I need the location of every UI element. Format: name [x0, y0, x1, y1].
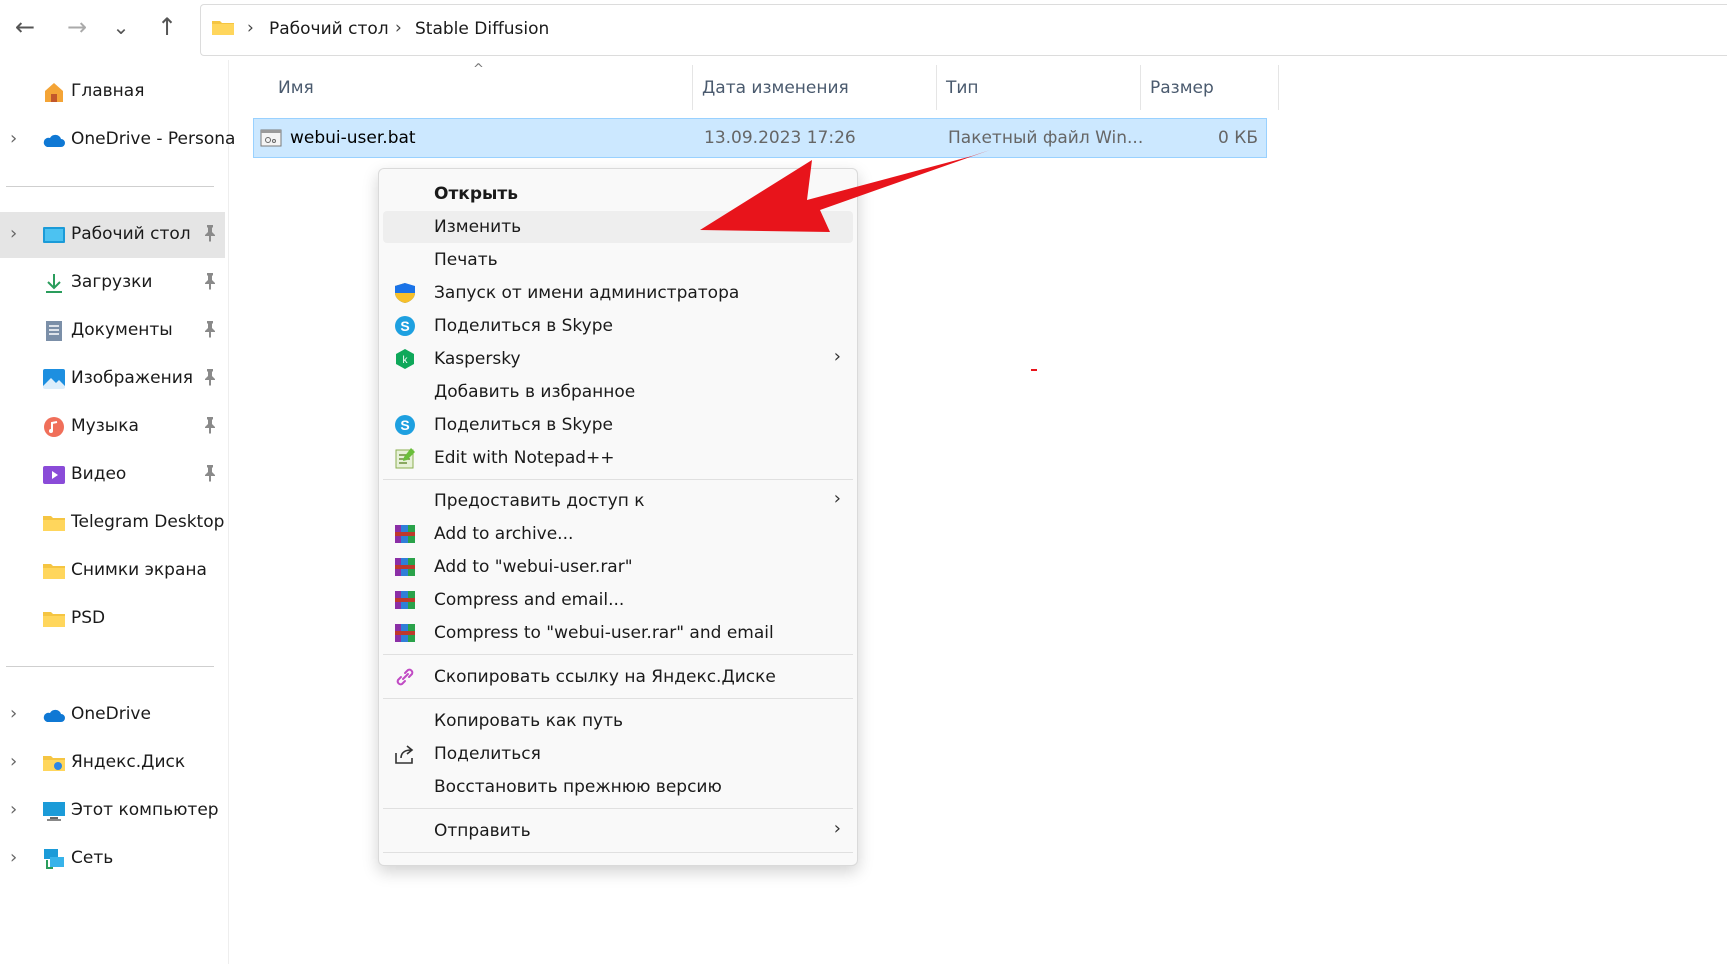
- annotation-dot: [1031, 369, 1037, 371]
- annotation-arrow-icon: [700, 150, 1037, 371]
